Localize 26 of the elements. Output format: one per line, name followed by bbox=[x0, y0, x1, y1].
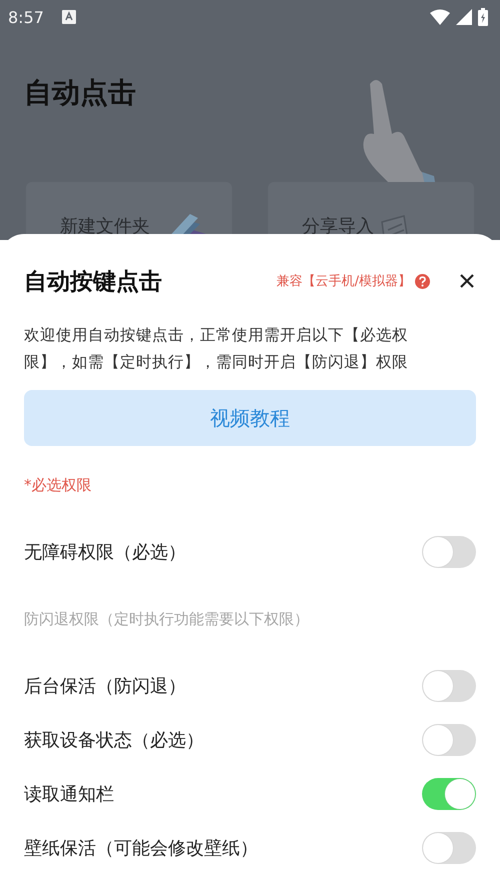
wifi-icon bbox=[430, 9, 450, 25]
toggle-switch[interactable] bbox=[422, 832, 476, 864]
card-label: 分享导入 bbox=[302, 215, 374, 238]
video-tutorial-button[interactable]: 视频教程 bbox=[24, 390, 476, 446]
notification-icon bbox=[62, 10, 76, 24]
permission-label: 后台保活（防闪退） bbox=[24, 675, 186, 698]
card-label: 新建文件夹 bbox=[60, 215, 150, 238]
permission-label: 无障碍权限（必选） bbox=[24, 541, 186, 564]
permission-label: 读取通知栏 bbox=[24, 783, 114, 806]
section-note: 防闪退权限（定时执行功能需要以下权限） bbox=[24, 610, 309, 628]
battery-icon bbox=[478, 8, 488, 26]
signal-icon bbox=[456, 9, 472, 25]
permission-label: 壁纸保活（可能会修改壁纸） bbox=[24, 837, 258, 860]
permission-label: 获取设备状态（必选） bbox=[24, 729, 204, 752]
page-title: 自动点击 bbox=[24, 75, 136, 111]
toggle-switch[interactable] bbox=[422, 536, 476, 568]
toggle-switch[interactable] bbox=[422, 670, 476, 702]
required-label: *必选权限 bbox=[24, 475, 92, 495]
toggle-switch[interactable] bbox=[422, 778, 476, 810]
close-icon[interactable] bbox=[460, 274, 474, 288]
toggle-switch[interactable] bbox=[422, 724, 476, 756]
status-time: 8:57 bbox=[8, 8, 44, 26]
help-icon[interactable] bbox=[415, 274, 430, 288]
sheet-title: 自动按键点击 bbox=[24, 268, 162, 296]
compat-link[interactable]: 兼容【云手机/模拟器】 bbox=[276, 272, 411, 290]
intro-text: 欢迎使用自动按键点击，正常使用需开启以下【必选权限】，如需【定时执行】，需同时开启【防闪退】权限 bbox=[24, 325, 409, 373]
